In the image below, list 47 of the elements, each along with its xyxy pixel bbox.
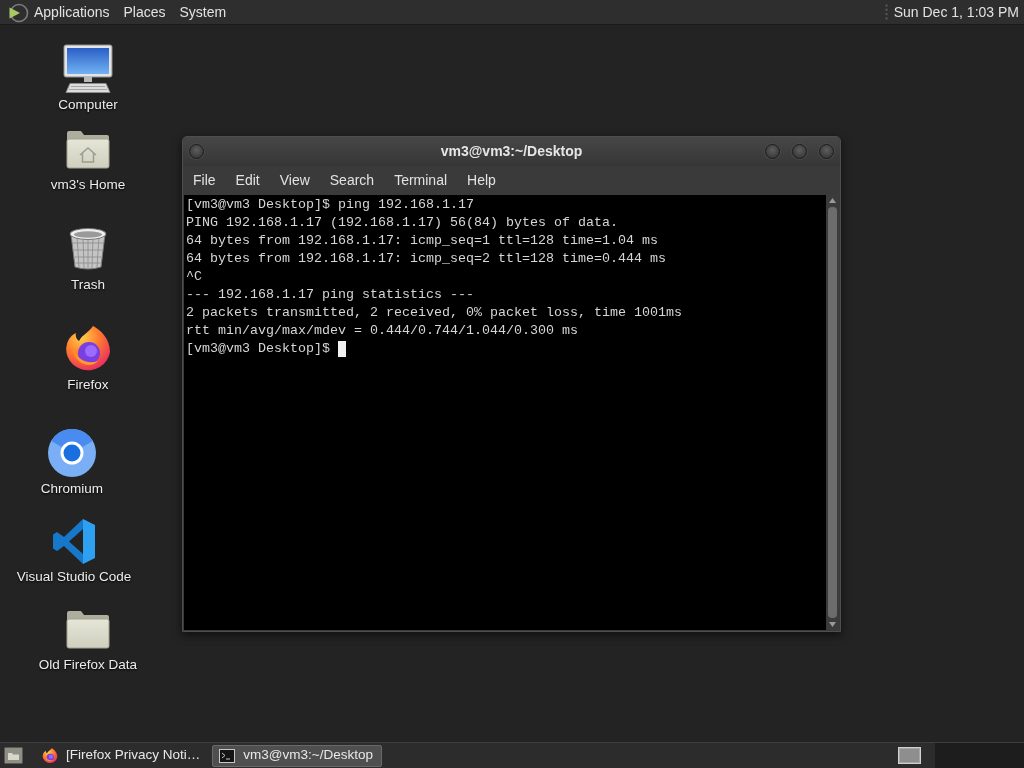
panel-menu[interactable]: System <box>172 1 234 23</box>
terminal-line: [vm3@vm3 Desktop]$ ping 192.168.1.17 <box>186 196 474 214</box>
computer-icon[interactable] <box>63 44 113 94</box>
desktop-icon-label[interactable]: vm3's Home <box>50 177 126 193</box>
chromium-logo-icon[interactable] <box>48 429 96 477</box>
terminal-line: 64 bytes from 192.168.1.17: icmp_seq=1 ttl=128 time=1.04 ms <box>186 232 658 250</box>
scroll-down-icon[interactable] <box>829 622 836 627</box>
terminal-line: 2 packets transmitted, 2 received, 0% packet loss, time 1001ms <box>186 304 682 322</box>
menu-item[interactable]: View <box>269 166 320 195</box>
terminal-line: --- 192.168.1.17 ping statistics --- <box>186 286 474 304</box>
browser-logo-icon[interactable] <box>42 747 58 764</box>
desktop-icon-label[interactable]: Firefox <box>67 377 109 393</box>
terminal-line: PING 192.168.1.17 (192.168.1.17) 56(84) bytes of data. <box>186 214 618 232</box>
desktop-icon-label[interactable]: Visual Studio Code <box>16 569 132 585</box>
menu-item[interactable]: Edit <box>225 166 270 195</box>
terminal-line: 64 bytes from 192.168.1.17: icmp_seq=2 ttl=128 time=0.444 ms <box>186 250 666 268</box>
show-desktop-icon[interactable] <box>4 747 23 764</box>
drag-handle-icon <box>884 4 888 20</box>
trash-bin-icon[interactable] <box>68 227 108 271</box>
terminal-line: ^C <box>186 268 202 286</box>
scroll-up-icon[interactable] <box>829 198 836 203</box>
panel-menu[interactable]: Applications <box>29 1 117 23</box>
firefox-logo-icon[interactable] <box>65 325 111 373</box>
terminal-line: rtt min/avg/max/mdev = 0.444/0.744/1.044/0.300 ms <box>186 322 578 340</box>
terminal-line: [vm3@vm3 Desktop]$ <box>186 340 330 358</box>
taskbar-button[interactable]: [Firefox Privacy Noti… <box>35 744 210 767</box>
menu-item[interactable]: Search <box>319 166 385 195</box>
clock[interactable]: Sun Dec 1, 1:03 PM <box>893 1 1019 23</box>
window-title: vm3@vm3:~/Desktop <box>440 142 583 161</box>
menu-item[interactable]: Terminal <box>384 166 458 195</box>
desktop-icon-label[interactable]: Old Firefox Data <box>38 657 138 673</box>
scrollbar-thumb[interactable] <box>828 207 837 618</box>
menu-item[interactable]: Help <box>457 166 506 195</box>
menu-item[interactable]: File <box>183 166 226 195</box>
desktop-icon-label[interactable]: Trash <box>71 277 105 293</box>
taskbar-button[interactable]: vm3@vm3:~/Desktop <box>212 744 382 767</box>
folder-icon[interactable] <box>66 609 110 649</box>
app-menu-logo-icon[interactable] <box>8 2 29 23</box>
desktop-icon-label[interactable]: Chromium <box>40 481 104 497</box>
vscode-logo-icon[interactable] <box>53 518 95 564</box>
workspace-thumbnail-icon[interactable] <box>898 747 921 764</box>
desktop-icon-label[interactable]: Computer <box>58 97 118 113</box>
panel-menu[interactable]: Places <box>116 1 173 23</box>
terminal-app-icon[interactable] <box>219 748 236 763</box>
home-folder-icon[interactable] <box>66 129 110 169</box>
text-cursor-icon <box>337 341 346 357</box>
scrollbar[interactable] <box>826 195 839 630</box>
